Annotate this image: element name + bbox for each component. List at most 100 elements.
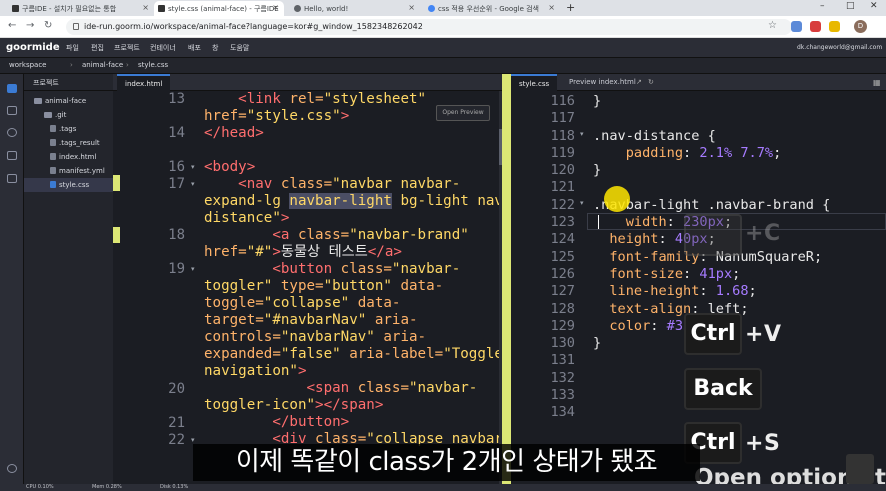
tab-index-html[interactable]: index.html [117,74,171,91]
tree-folder-root[interactable]: animal-face [24,94,113,108]
breadcrumb-file[interactable]: style.css [138,61,168,69]
breadcrumb: workspace › animal-face › style.css [0,58,886,74]
menu-deploy[interactable]: 배포 [188,43,201,53]
line-number: 118 [550,127,575,144]
star-icon[interactable]: ☆ [768,20,777,31]
line-number: 126 [550,265,575,282]
reload-icon[interactable]: ↻ [44,20,52,31]
menu-window[interactable]: 창 [212,43,218,53]
tree-label: manifest.yml [59,167,105,175]
url-input[interactable]: ide-run.goorm.io/workspace/animal-face?l… [66,19,792,35]
new-tab-button[interactable]: + [566,1,575,14]
breadcrumb-project[interactable]: animal-face [82,61,123,69]
code-icon[interactable] [7,151,17,160]
browser-tab[interactable]: 구름IDE - 설치가 필요없는 통합 × [8,1,154,16]
tree-label: index.html [59,153,97,161]
plus-sign: + [745,431,764,456]
close-window-icon[interactable]: ✕ [870,1,878,11]
ide-logo: goormide [6,42,60,53]
tree-folder[interactable]: .git [24,108,113,122]
keycap-back: Back [684,368,762,410]
tab-preview[interactable]: Preview index.html [561,74,644,91]
open-preview-button[interactable]: Open Preview [436,105,490,121]
tree-file[interactable]: .tags [24,122,113,136]
extension-icon[interactable] [829,21,840,32]
menu-container[interactable]: 컨테이너 [150,43,176,53]
gear-icon[interactable] [7,464,17,473]
file-icon [50,153,56,160]
code-lines: <link rel="stylesheet" href="style.css">… [204,91,502,447]
project-explorer: 프로젝트 animal-face .git .tags .tags_result… [24,74,113,491]
line-number: 122 [550,196,575,213]
minimize-icon[interactable]: – [820,1,825,11]
google-icon [428,5,435,12]
extension-icon[interactable] [810,21,821,32]
html-editor[interactable]: 13 14 16 17 18 19 20 21 22 ▾ ▾ ▾ ▾ <link… [113,91,502,491]
split-divider[interactable] [502,74,511,491]
git-icon[interactable] [7,128,17,137]
layout-icon[interactable]: ▦ [873,78,881,87]
line-number: 119 [550,144,575,161]
line-number: 134 [550,404,575,421]
tree-file[interactable]: manifest.yml [24,164,113,178]
back-icon[interactable]: ← [8,20,16,31]
close-icon[interactable]: × [548,3,555,12]
lock-icon [73,23,79,30]
fold-icon[interactable]: ▾ [580,130,584,138]
package-icon[interactable] [7,174,17,183]
fold-icon[interactable]: ▾ [191,265,195,273]
close-icon[interactable]: × [272,3,279,12]
breadcrumb-workspace[interactable]: workspace [9,61,46,69]
file-icon [50,139,56,146]
close-icon[interactable]: × [408,3,415,12]
ide-menubar: goormide 파일 편집 프로젝트 컨테이너 배포 창 도움말 dk.cha… [0,38,886,58]
fold-icon[interactable]: ▾ [191,436,195,444]
line-number: 13 [168,91,185,107]
keycap-ctrl-ghost [684,214,742,256]
left-editor-tabs: index.html [113,74,502,91]
extension-icon[interactable] [791,21,802,32]
keycap-s: S [764,431,780,456]
menu-file[interactable]: 파일 [66,43,79,53]
line-number: 20 [168,381,185,397]
user-email[interactable]: dk.changeworld@gmail.com [797,44,882,51]
menu-project[interactable]: 프로젝트 [114,43,140,53]
tab-label: 구름IDE - 설치가 필요없는 통합 [22,4,117,13]
line-number: 127 [550,283,575,300]
line-number: 16 [168,159,185,175]
line-number: 14 [168,125,185,141]
terminal-icon [12,5,19,12]
globe-icon [294,5,301,12]
fold-icon[interactable]: ▾ [191,163,195,171]
close-icon[interactable]: × [142,3,149,12]
outline-icon[interactable] [7,106,17,115]
forward-icon[interactable]: → [26,20,34,31]
right-editor-tabs: style.css Preview index.html ↗ ↻ ▦ [511,74,886,91]
fold-icon[interactable]: ▾ [191,180,195,188]
maximize-icon[interactable]: □ [846,1,855,11]
project-icon[interactable] [7,84,17,93]
browser-tab-active[interactable]: style.css (animal-face) - 구름IDE × [154,1,284,16]
line-number: 120 [550,162,575,179]
status-bar: CPU 0.10% Mem 0.28% Disk 0.13% [0,484,886,491]
line-number: 123 [550,214,575,231]
change-marker [113,227,120,243]
tab-style-css[interactable]: style.css [511,74,558,91]
external-link-icon[interactable]: ↗ [636,78,642,86]
menu-edit[interactable]: 편집 [91,43,104,53]
refresh-icon[interactable]: ↻ [648,78,654,86]
change-marker [113,175,120,191]
browser-tab[interactable]: Hello, world! × [290,1,420,16]
tree-file-selected[interactable]: style.css [24,178,113,192]
avatar[interactable]: D [854,20,867,33]
tree-file[interactable]: .tags_result [24,136,113,150]
line-number: 121 [550,179,575,196]
activity-rail [0,74,24,491]
browser-tab[interactable]: css 적용 우선순위 - Google 검색 × [424,1,560,16]
fold-icon[interactable]: ▾ [580,199,584,207]
menu-help[interactable]: 도움말 [230,43,249,53]
plus-sign: + [745,221,764,246]
line-number: 22 [168,432,185,448]
tree-label: style.css [59,181,90,189]
tree-file[interactable]: index.html [24,150,113,164]
